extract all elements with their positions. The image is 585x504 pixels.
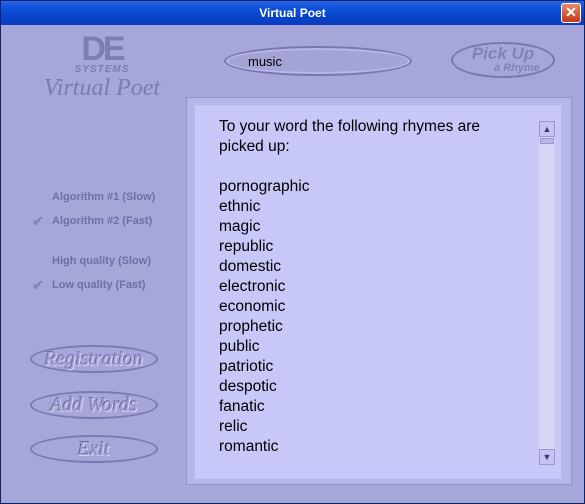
algorithm-2-option[interactable]: ✔ Algorithm #2 (Fast) [28,209,155,233]
rhyme-item: domestic [219,258,282,275]
logo-company: SYSTEMS [74,64,130,75]
algorithm-1-option[interactable]: Algorithm #1 (Slow) [28,185,155,209]
logo-product-name: Virtual Poet [43,75,161,101]
low-quality-option[interactable]: ✔ Low quality (Fast) [28,273,151,297]
check-icon: ✔ [32,277,44,293]
rhyme-item: relic [219,418,248,435]
a-rhyme-label: a Rhyme [494,62,540,74]
algorithm-options: Algorithm #1 (Slow) ✔ Algorithm #2 (Fast… [28,185,155,233]
rhyme-item: fanatic [219,398,265,415]
rhyme-item: ethnic [219,198,261,215]
results-intro: To your word the following rhymes are pi… [219,118,481,155]
pick-up-label: Pick Up [471,44,535,63]
rhyme-item: republic [219,238,274,255]
add-words-button[interactable]: Add Words [30,391,158,419]
window-title: Virtual Poet [259,6,326,20]
pick-up-rhyme-button[interactable]: Pick Up a Rhyme [451,42,555,78]
rhymes-textarea[interactable]: To your word the following rhymes are pi… [195,105,561,479]
logo: DE SYSTEMS Virtual Poet [32,30,172,101]
exit-button[interactable]: Exit [30,435,158,463]
word-input[interactable] [248,53,388,70]
registration-button[interactable]: Registration [30,345,158,373]
rhyme-item: electronic [219,278,286,295]
logo-mark: DE [81,30,125,68]
vertical-scrollbar[interactable]: ▲ ▼ [539,121,555,465]
scroll-up-icon[interactable]: ▲ [539,121,555,137]
high-quality-label: High quality (Slow) [52,255,151,267]
rhyme-item: despotic [219,378,277,395]
quality-options: High quality (Slow) ✔ Low quality (Fast) [28,249,151,297]
rhyme-item: economic [219,298,286,315]
rhyme-item: public [219,338,260,355]
app-window: Virtual Poet ✕ DE SYSTEMS Virtual Poet P… [0,0,585,504]
rhymes-text: To your word the following rhymes are pi… [219,117,525,457]
search-field-container [224,46,412,76]
low-quality-label: Low quality (Fast) [52,279,146,291]
rhyme-item: prophetic [219,318,283,335]
scroll-down-icon[interactable]: ▼ [539,449,555,465]
close-button[interactable]: ✕ [561,3,581,23]
results-panel: To your word the following rhymes are pi… [186,97,572,485]
rhyme-item: patriotic [219,358,274,375]
main-content: DE SYSTEMS Virtual Poet Pick Up a Rhyme … [4,25,581,502]
high-quality-option[interactable]: High quality (Slow) [28,249,151,273]
title-bar[interactable]: Virtual Poet ✕ [1,1,584,25]
check-icon: ✔ [32,213,44,229]
rhyme-item: magic [219,218,261,235]
rhyme-item: romantic [219,438,279,455]
algorithm-1-label: Algorithm #1 (Slow) [52,191,156,203]
scroll-thumb[interactable] [540,138,554,144]
rhyme-item: pornographic [219,178,310,195]
algorithm-2-label: Algorithm #2 (Fast) [52,215,153,227]
